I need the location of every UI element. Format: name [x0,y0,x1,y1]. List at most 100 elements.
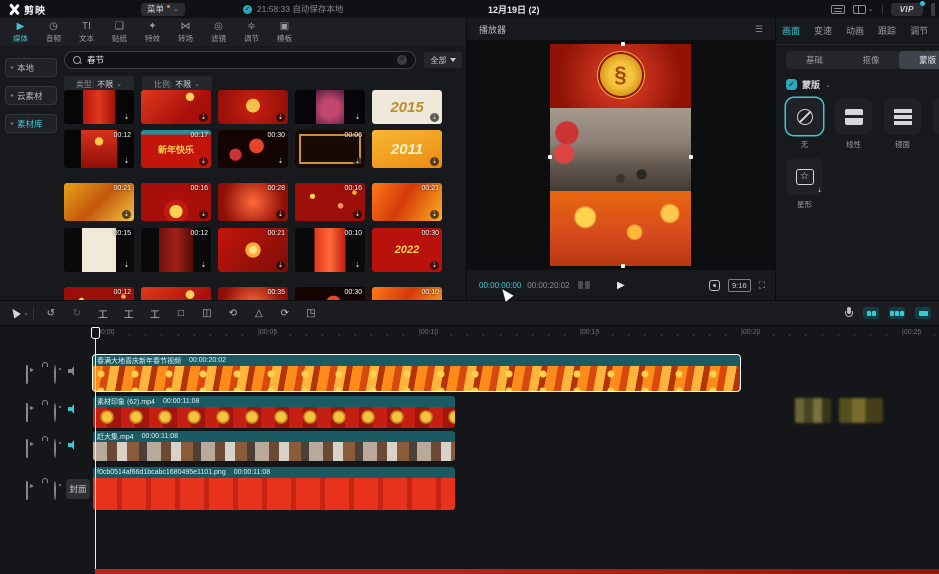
material-thumbnail[interactable]: ⇣ [64,90,134,124]
material-thumbnail[interactable]: 00:12⇣ [64,130,134,168]
inspector-tab-2[interactable]: 动画 [846,24,864,37]
material-thumbnail[interactable]: 2011⇣ [372,130,442,168]
material-thumbnail[interactable]: 00:12⇣ [141,228,211,272]
toolbar-tab-media[interactable]: ▶媒体 [4,21,37,44]
material-thumbnail[interactable]: 00:21⇣ [372,183,442,221]
timeline-clip[interactable]: f0cb0514af66d1bcabc1680495e1101.png00:00… [93,467,455,510]
timeline-ruler[interactable]: 00:00|00:05|00:10|00:15|00:20|00:25 [0,327,939,340]
menu-button[interactable]: 菜单 ⌄ [141,3,185,16]
toolbar-tab-sticker[interactable]: ❑贴纸 [103,21,136,44]
material-thumbnail[interactable]: ⇣ [218,90,288,124]
select-tool-dropdown-icon[interactable]: ⌄ [23,309,29,317]
transform-handle[interactable] [689,155,693,159]
download-icon[interactable]: ⇣ [353,261,362,270]
rail-item-library[interactable]: ▸素材库 [5,114,57,133]
toolbar-tab-transitions[interactable]: ⋈转场 [169,21,202,44]
lock-track-icon[interactable] [40,482,52,494]
delete-icon[interactable]: □ [168,308,194,319]
crop-icon[interactable]: ◳ [298,308,324,319]
vip-button[interactable]: VIP [891,3,923,16]
download-icon[interactable]: ⇣ [276,210,285,219]
split-icon[interactable]: 工 [90,306,116,321]
inspector-tab-4[interactable]: 调节 [910,24,928,37]
inspector-tab-3[interactable]: 跟踪 [878,24,896,37]
timeline-clip[interactable]: 素材印象 (62).mp400:00:11:08 [93,396,455,428]
fullscreen-icon[interactable]: ⛶ [759,280,765,291]
download-icon[interactable]: ⇣ [122,113,131,122]
preview-focus-icon[interactable] [709,280,720,291]
inspector-tab-1[interactable]: 变速 [814,24,832,37]
material-thumbnail[interactable]: 00:28⇣ [218,183,288,221]
download-icon[interactable]: ⇣ [353,210,362,219]
select-tool-icon[interactable] [10,308,19,319]
cover-button[interactable]: 封面 [66,479,90,499]
download-icon[interactable]: ⇣ [199,113,208,122]
lock-track-icon[interactable] [40,404,52,416]
auto-snap-toggle[interactable] [889,307,905,319]
material-thumbnail[interactable]: 2015⇣ [372,90,442,124]
transform-handle[interactable] [621,264,625,268]
download-icon[interactable]: ⇣ [353,157,362,166]
freeze-frame-icon[interactable]: ◫ [194,308,220,319]
mute-track-icon[interactable] [68,366,80,378]
player-menu-icon[interactable]: ☰ [755,24,763,35]
toolbar-tab-filters[interactable]: ◎滤镜 [202,21,235,44]
download-icon[interactable]: ⇣ [122,261,131,270]
inspector-subtab-0[interactable]: 基础 [786,51,843,69]
inspector-tab-0[interactable]: 画面 [782,24,800,37]
play-button[interactable]: ▶ [617,280,625,291]
material-thumbnail[interactable]: 00:21⇣ [218,228,288,272]
video-preview[interactable] [550,44,691,266]
ratio-button[interactable]: 9:16 [728,279,751,292]
toolbar-tab-text[interactable]: TI文本 [70,21,103,44]
clip-type-icon[interactable] [26,366,38,378]
material-thumbnail[interactable]: 00:10⇣ [295,228,365,272]
clear-search-icon[interactable]: ✕ [397,55,407,65]
material-thumbnail[interactable]: 00:16⇣ [295,183,365,221]
quality-icon[interactable] [578,281,590,289]
material-thumbnail[interactable]: 00:21⇣ [64,183,134,221]
trim-right-icon[interactable]: 工 [142,306,168,321]
toggle-visibility-icon[interactable] [54,404,66,416]
toolbar-tab-effects[interactable]: ✦特效 [136,21,169,44]
export-button-sliver[interactable] [931,3,935,16]
download-icon[interactable]: ⇣ [122,157,131,166]
mask-option-star[interactable]: ☆⇣ [786,158,823,195]
material-thumbnail[interactable]: 00:15⇣ [64,228,134,272]
download-icon[interactable]: ⇣ [276,261,285,270]
timeline-clip[interactable]: 赶大集.mp400:00:11:08 [93,431,455,461]
playhead-handle[interactable] [91,327,100,339]
lock-track-icon[interactable] [40,366,52,378]
mask-option-circle[interactable] [933,98,939,135]
toggle-visibility-icon[interactable] [54,482,66,494]
linkage-toggle[interactable] [915,307,931,319]
toggle-visibility-icon[interactable] [54,440,66,452]
download-icon[interactable]: ⇣ [199,210,208,219]
reverse-icon[interactable]: ⟲ [220,308,246,319]
all-filter-button[interactable]: 全部 [424,52,462,68]
material-thumbnail[interactable]: 新年快乐00:17⇣ [141,130,211,168]
trim-left-icon[interactable]: 工 [116,306,142,321]
material-thumbnail[interactable]: ⇣ [295,90,365,124]
download-icon[interactable]: ⇣ [430,113,439,122]
material-thumbnail[interactable]: ⇣ [141,90,211,124]
material-thumbnail[interactable]: 00:30⇣ [218,130,288,168]
download-icon[interactable]: ⇣ [276,157,285,166]
rail-item-cloud[interactable]: ▸云素材 [5,86,57,105]
rail-item-local[interactable]: ▸本地 [5,58,57,77]
shortcut-keyboard-icon[interactable] [831,5,845,14]
record-voice-icon[interactable] [845,307,853,320]
download-icon[interactable]: ⇣ [430,210,439,219]
download-icon[interactable]: ⇣ [430,157,439,166]
rotate-icon[interactable]: ⟳ [272,308,298,319]
playhead-line[interactable] [95,327,96,569]
mute-track-icon[interactable] [68,440,80,452]
transform-handle[interactable] [621,42,625,46]
download-icon[interactable]: ⇣ [353,113,362,122]
toggle-visibility-icon[interactable] [54,366,66,378]
clip-type-icon[interactable] [26,404,38,416]
redo-icon[interactable]: ↻ [64,308,90,319]
download-icon[interactable]: ⇣ [276,113,285,122]
search-input[interactable]: 春节 ✕ [64,51,416,69]
toolbar-tab-adjust[interactable]: ≑调节 [235,21,268,44]
